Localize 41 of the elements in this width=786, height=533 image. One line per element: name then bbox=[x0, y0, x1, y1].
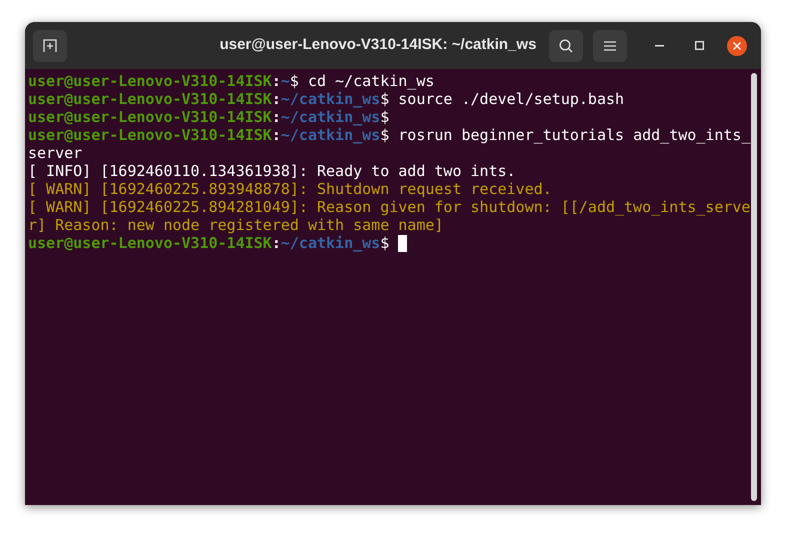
window-title: user@user-Lenovo-V310-14ISK: ~/catkin_ws bbox=[220, 35, 536, 56]
prompt-separator: : bbox=[272, 72, 281, 90]
scrollbar-track[interactable] bbox=[751, 73, 757, 501]
prompt-symbol: $ bbox=[380, 90, 390, 108]
prompt-user: user@user-Lenovo-V310-14ISK bbox=[28, 72, 272, 90]
prompt-path: ~/catkin_ws bbox=[280, 126, 380, 144]
prompt-symbol: $ bbox=[380, 234, 390, 252]
prompt-separator: : bbox=[272, 234, 281, 252]
prompt-path: ~ bbox=[280, 72, 290, 90]
prompt-user: user@user-Lenovo-V310-14ISK bbox=[28, 234, 272, 252]
prompt-separator: : bbox=[272, 126, 281, 144]
search-button[interactable] bbox=[549, 30, 583, 62]
close-button[interactable] bbox=[727, 36, 747, 56]
output-line: [ INFO] [1692460110.134361938]: Ready to add two ints. bbox=[28, 162, 516, 180]
new-tab-button[interactable] bbox=[33, 30, 67, 62]
maximize-icon bbox=[694, 41, 704, 50]
prompt-separator: : bbox=[272, 90, 281, 108]
prompt-path: ~/catkin_ws bbox=[280, 234, 380, 252]
command-text: source ./devel/setup.bash bbox=[397, 90, 624, 108]
text-cursor bbox=[398, 234, 408, 252]
prompt-user: user@user-Lenovo-V310-14ISK bbox=[28, 108, 272, 126]
menu-button[interactable] bbox=[593, 30, 627, 62]
prompt-path: ~/catkin_ws bbox=[280, 90, 380, 108]
prompt-user: user@user-Lenovo-V310-14ISK bbox=[28, 90, 272, 108]
prompt-user: user@user-Lenovo-V310-14ISK bbox=[28, 126, 272, 144]
warning-line: [ WARN] [1692460225.894281049]: Reason given for shutdown: [[/add_two_ints_serve bbox=[28, 198, 750, 216]
minimize-icon bbox=[654, 44, 664, 46]
prompt-symbol: $ bbox=[380, 108, 390, 126]
search-icon bbox=[559, 38, 573, 52]
output-line: server bbox=[28, 144, 82, 162]
command-text: cd ~/catkin_ws bbox=[306, 72, 434, 90]
prompt-symbol: $ bbox=[380, 126, 390, 144]
menu-icon bbox=[604, 40, 616, 50]
prompt-path: ~/catkin_ws bbox=[280, 108, 380, 126]
warning-line: r] Reason: new node registered with same name] bbox=[28, 216, 444, 234]
new-tab-icon bbox=[43, 38, 57, 52]
warning-line: [ WARN] [1692460225.893948878]: Shutdown request received. bbox=[28, 180, 552, 198]
prompt-separator: : bbox=[272, 108, 281, 126]
command-text: rosrun beginner_tutorials add_two_ints_ bbox=[397, 126, 750, 144]
prompt-symbol: $ bbox=[290, 72, 299, 90]
close-icon bbox=[733, 42, 741, 50]
